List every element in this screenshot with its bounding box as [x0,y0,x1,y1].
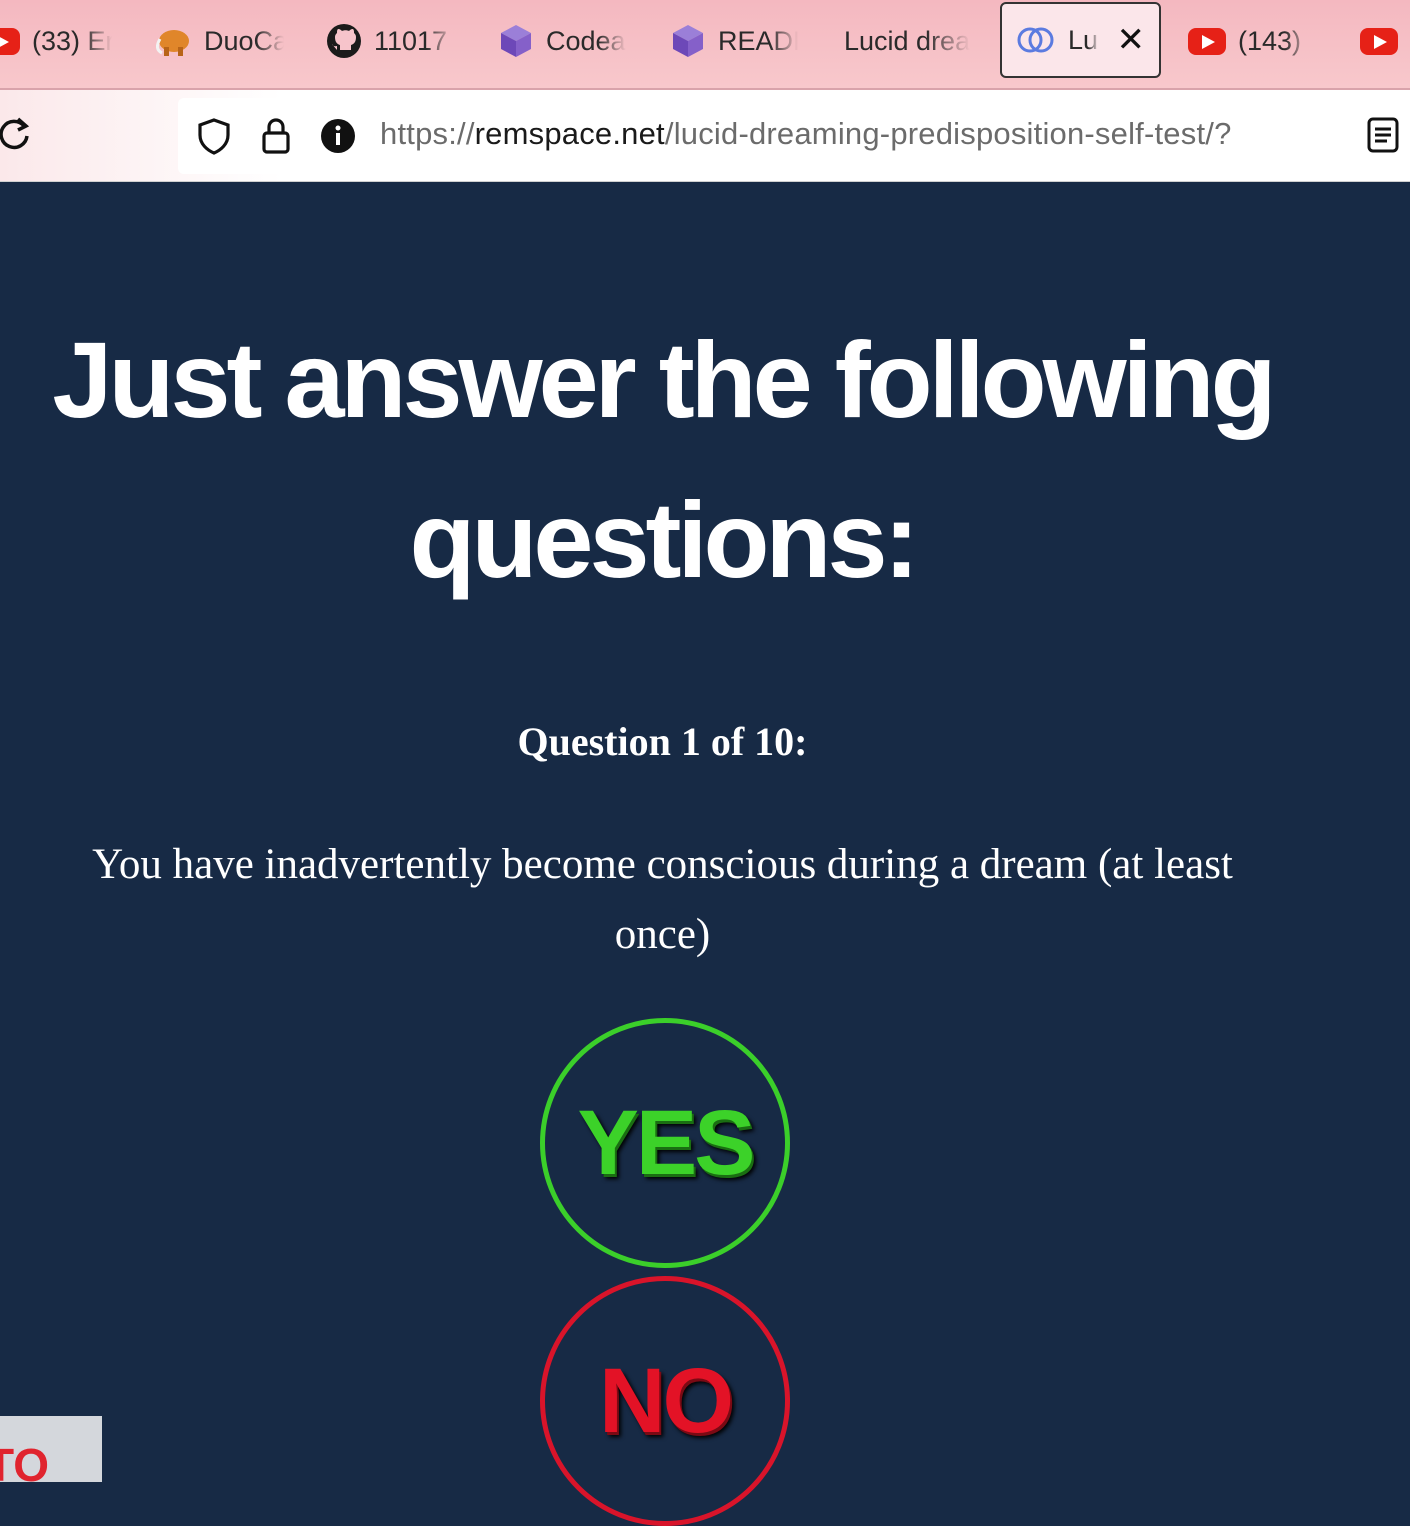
overlap-circles-icon [1017,27,1054,53]
tab-label: 11017 [374,25,448,56]
mammoth-icon [156,30,189,56]
tab-label: (143) [1238,25,1302,56]
url-text[interactable]: https://remspace.net/lucid-dreaming-pred… [380,116,1232,152]
url-scheme: https:// [380,116,475,151]
yes-button[interactable]: YES [540,1018,790,1268]
headline-line-1: Just answer the following [52,319,1276,440]
tab-github[interactable]: 11017 [326,0,454,82]
tab-label: Codea [546,25,626,56]
shield-icon[interactable] [194,116,234,156]
tab-youtube-3[interactable] [1360,0,1398,82]
navigation-bar: https://remspace.net/lucid-dreaming-pred… [0,90,1410,182]
cube-icon [501,25,531,57]
no-button[interactable]: NO [540,1276,790,1526]
github-icon [327,24,361,58]
yes-label: YES [577,1091,755,1194]
youtube-icon [1360,27,1398,55]
headline-line-2: questions: [409,479,919,600]
info-icon[interactable] [318,116,358,156]
reload-icon[interactable] [0,114,34,154]
youtube-icon [0,27,20,55]
tab-label: (33) Er [32,25,112,56]
tab-youtube-1[interactable]: (33) Er [0,0,112,82]
tab-label: Luc [1068,24,1099,55]
lock-icon[interactable] [256,116,296,156]
tab-label: Lucid drea [844,25,970,56]
tab-lucid-dreaming[interactable]: Lucid drea [844,0,970,82]
tab-label: READI [718,25,798,56]
url-host: remspace.net [474,116,665,151]
reader-view-icon[interactable] [1366,116,1400,154]
url-path: /lucid-dreaming-predisposition-self-test… [664,116,1232,151]
question-text: You have inadvertently become conscious … [92,841,1233,958]
tab-readme[interactable]: READI [670,0,798,82]
tab-label: DuoCa [204,25,284,56]
no-label: NO [599,1349,734,1452]
corner-button-label: TO [0,1439,50,1482]
tab-duocards[interactable]: DuoCa [156,0,284,82]
url-bar[interactable]: https://remspace.net/lucid-dreaming-pred… [178,98,1410,174]
tab-active-lucid[interactable]: Luc ✕ [1000,2,1161,78]
tab-youtube-2[interactable]: (143) [1188,0,1310,82]
question-counter: Question 1 of 10: [517,719,808,764]
close-tab-icon[interactable]: ✕ [1117,20,1146,60]
page-headline: Just answer the following questions: [0,300,1325,620]
tab-codea[interactable]: Codea [498,0,626,82]
youtube-icon [1188,27,1226,55]
cube-icon [673,25,703,57]
corner-button[interactable]: TO [0,1416,102,1482]
tab-strip: (33) Er DuoCa 11017 Codea READI Lucid dr… [0,0,1410,90]
